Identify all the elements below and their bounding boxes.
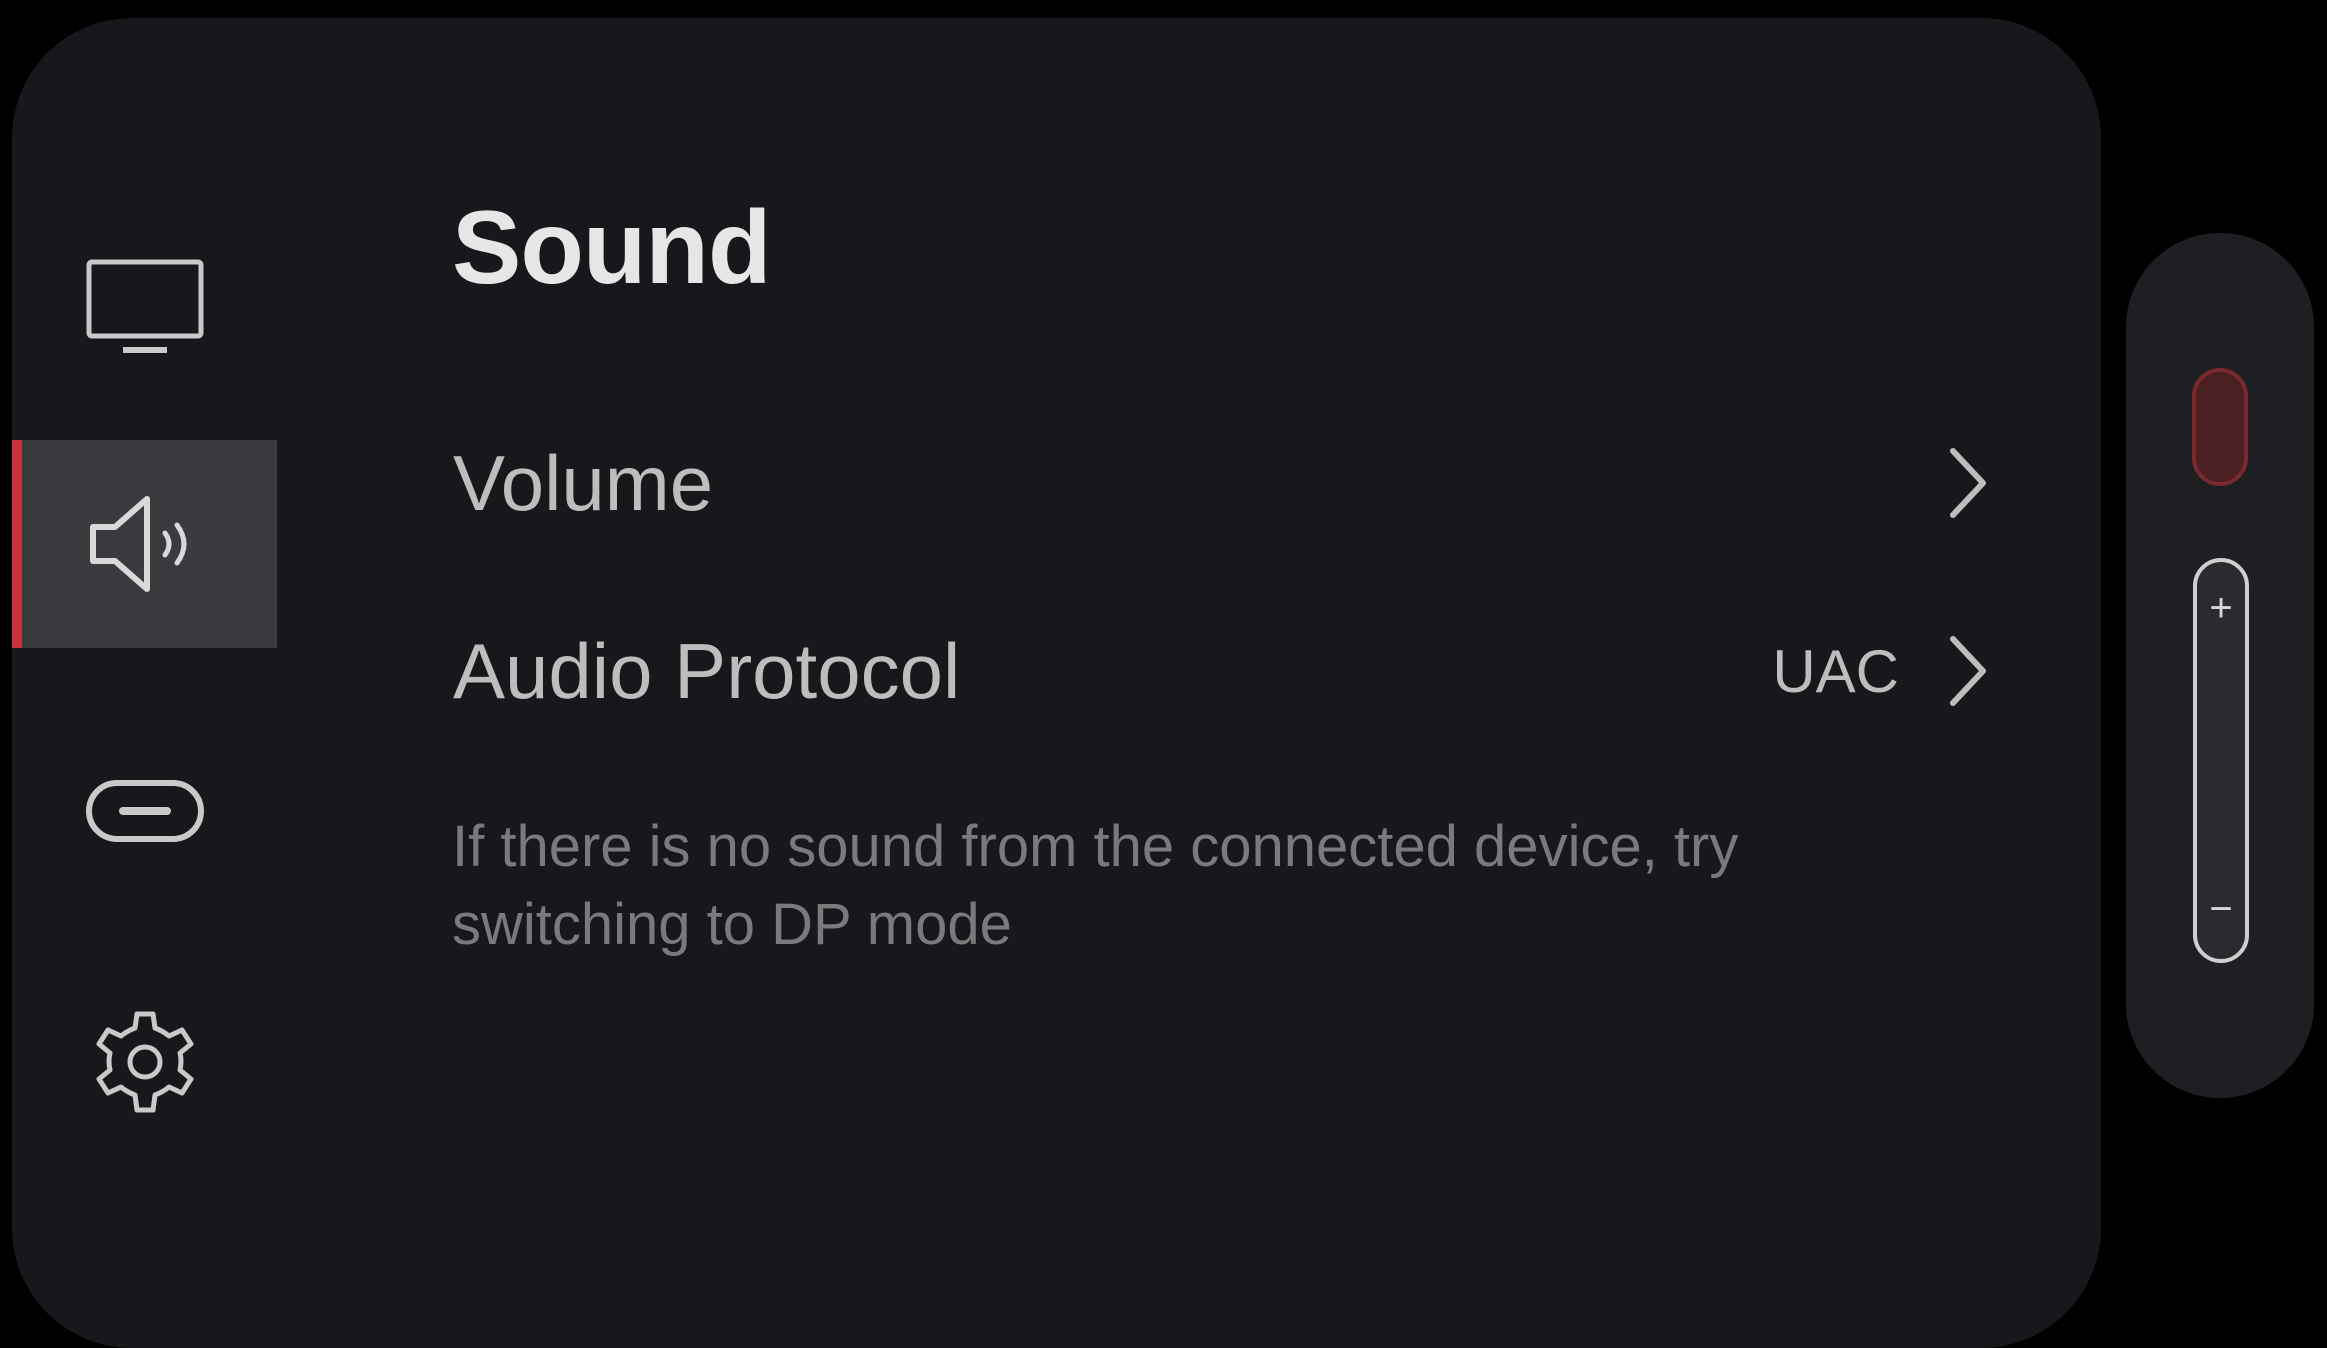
speaker-icon	[89, 496, 186, 592]
chevron-right-icon	[1950, 448, 1986, 518]
gear-icon	[96, 1011, 193, 1113]
audio-protocol-label: Audio Protocol	[453, 626, 961, 715]
volume-label: Volume	[453, 438, 714, 527]
volume-rocker[interactable]: + −	[2193, 558, 2249, 963]
page-title: Sound	[452, 190, 771, 306]
record-button[interactable]	[2192, 368, 2248, 486]
sidebar-item-settings[interactable]	[12, 958, 277, 1166]
usb-port-icon	[85, 780, 204, 842]
monitor-icon	[86, 259, 203, 353]
volume-up-button[interactable]: +	[2197, 588, 2245, 628]
settings-panel: Sound Volume Audio Protocol UAC If there…	[12, 18, 2101, 1348]
audio-protocol-value: UAC	[1772, 637, 1899, 705]
side-control-bar: + −	[2126, 233, 2314, 1098]
audio-protocol-row[interactable]: Audio Protocol UAC	[441, 586, 2041, 756]
chevron-right-icon	[1950, 636, 1986, 706]
hint-text: If there is no sound from the connected …	[452, 814, 1739, 957]
sidebar	[12, 18, 277, 1348]
sidebar-item-display[interactable]	[12, 204, 277, 412]
volume-down-button[interactable]: −	[2197, 889, 2245, 929]
volume-row[interactable]: Volume	[441, 398, 2041, 568]
sidebar-item-sound[interactable]	[12, 440, 277, 648]
sidebar-item-port[interactable]	[12, 708, 277, 916]
